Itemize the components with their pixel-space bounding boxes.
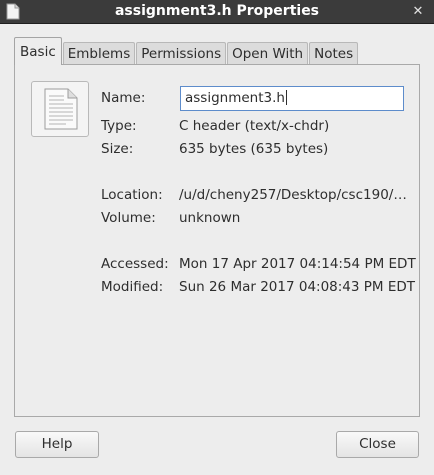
location-label: Location: <box>101 187 163 203</box>
tab-emblems[interactable]: Emblems <box>62 42 136 65</box>
tab-basic[interactable]: Basic <box>14 37 62 65</box>
accessed-label: Accessed: <box>101 256 169 272</box>
tab-permissions[interactable]: Permissions <box>136 42 227 65</box>
name-label: Name: <box>101 90 146 106</box>
modified-label: Modified: <box>101 279 164 295</box>
size-value: 635 bytes (635 bytes) <box>179 141 329 157</box>
location-value: /u/d/cheny257/Desktop/csc190/… <box>179 187 407 203</box>
type-label: Type: <box>101 118 137 134</box>
type-value: C header (text/x-chdr) <box>179 118 330 134</box>
modified-value: Sun 26 Mar 2017 04:08:43 PM EDT <box>179 279 416 295</box>
name-field[interactable]: assignment3.h <box>180 86 404 111</box>
volume-value: unknown <box>179 210 241 226</box>
name-field-value: assignment3.h <box>185 90 285 106</box>
size-label: Size: <box>101 141 134 157</box>
title-bar: assignment3.h Properties ✕ <box>0 0 434 24</box>
file-icon-button[interactable] <box>31 81 89 137</box>
tab-notes[interactable]: Notes <box>309 42 359 65</box>
text-caret <box>285 90 287 105</box>
volume-label: Volume: <box>101 210 156 226</box>
window-close-button[interactable]: ✕ <box>408 2 428 22</box>
accessed-value: Mon 17 Apr 2017 04:14:54 PM EDT <box>179 256 416 272</box>
tab-bar: Basic Emblems Permissions Open With Note… <box>14 37 359 65</box>
close-button[interactable]: Close <box>336 431 419 458</box>
help-button[interactable]: Help <box>15 431 99 458</box>
text-file-icon <box>44 88 78 130</box>
tab-open-with[interactable]: Open With <box>227 42 309 65</box>
window-title: assignment3.h Properties <box>114 3 320 19</box>
close-icon: ✕ <box>412 4 424 19</box>
